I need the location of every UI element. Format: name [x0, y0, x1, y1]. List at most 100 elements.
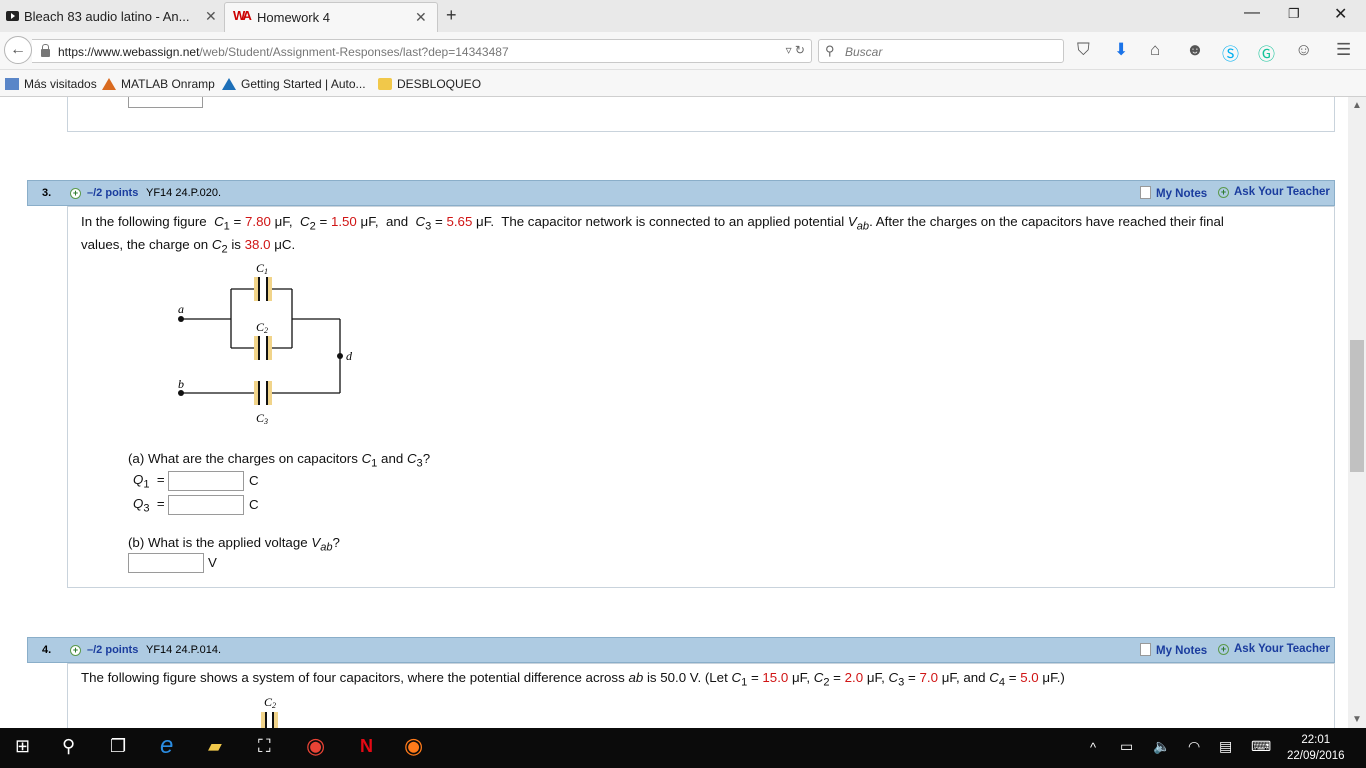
q3-input[interactable] — [168, 495, 244, 515]
url-text[interactable]: https://www.webassign.net/web/Student/As… — [58, 45, 509, 59]
label-c2: C2 — [264, 695, 276, 710]
question-number: 3. — [42, 187, 52, 199]
tab-strip: Bleach 83 audio latino - An... ✕ WA Home… — [0, 0, 1366, 32]
netflix-icon[interactable]: N — [360, 736, 373, 757]
close-tab-icon[interactable]: ✕ — [415, 9, 427, 26]
q1-input[interactable] — [168, 471, 244, 491]
taskbar: ⊞ ⚲ ❐ e ▰ ⛶ ◉ N ◉ ^ ▭ 🔈 ◠ ▤ ⌨ 22:01 22/09… — [0, 728, 1366, 768]
answer-input[interactable] — [128, 97, 203, 108]
skype-icon[interactable]: Ⓢ — [1222, 40, 1239, 65]
ask-teacher-link[interactable]: + Ask Your Teacher — [1218, 186, 1330, 198]
webassign-icon: WA — [233, 8, 252, 23]
bookmark-getting-started[interactable]: Getting Started | Auto... — [222, 77, 366, 91]
circuit-diagram: C1 C2 C3 a b d — [178, 262, 353, 426]
autodesk-icon — [222, 78, 236, 90]
unit-c: C — [249, 497, 259, 512]
chat-icon[interactable]: ☻ — [1186, 40, 1204, 60]
previous-question-box: μC — [67, 97, 1335, 132]
question-number: 4. — [42, 644, 52, 656]
notes-icon — [1140, 186, 1151, 199]
scroll-down-icon[interactable]: ▼ — [1352, 714, 1362, 725]
wifi-icon[interactable]: ◠ — [1188, 738, 1200, 755]
q3-label: Q3 = — [133, 496, 165, 515]
question-code: YF14 24.P.020. — [146, 187, 222, 199]
part-a-prompt: (a) What are the charges on capacitors C… — [128, 451, 431, 470]
question-3-header: 3. + –/2 points YF14 24.P.020. My Notes +… — [27, 180, 1335, 206]
close-window-icon[interactable]: ✕ — [1334, 4, 1347, 24]
home-icon[interactable]: ⌂ — [1150, 40, 1160, 60]
search-icon[interactable]: ⚲ — [62, 736, 75, 757]
label-b: b — [178, 377, 184, 391]
unit-v: V — [208, 555, 217, 570]
lock-icon — [41, 44, 50, 57]
unit-c: C — [249, 473, 259, 488]
bookmark-desbloqueo[interactable]: DESBLOQUEO — [378, 77, 481, 91]
question-3-box: In the following figure C1 = 7.80 μF, C2… — [67, 206, 1335, 588]
bookmark-icon — [5, 78, 19, 90]
bookmark-most-visited[interactable]: Más visitados — [5, 77, 97, 91]
extension-icon[interactable]: ☺ — [1295, 40, 1312, 60]
label-c1: C1 — [256, 262, 268, 276]
download-icon[interactable]: ⬇ — [1114, 40, 1128, 60]
grammarly-icon[interactable]: Ⓖ — [1258, 40, 1275, 65]
search-icon: ⚲ — [825, 43, 835, 58]
bookmark-matlab[interactable]: MATLAB Onramp — [102, 77, 215, 91]
close-tab-icon[interactable]: ✕ — [205, 8, 217, 25]
clock[interactable]: 22:01 22/09/2016 — [1287, 732, 1345, 764]
keyboard-icon[interactable]: ⌨ — [1251, 738, 1271, 755]
label-c2: C2 — [256, 320, 268, 335]
scrollbar[interactable]: ▲ ▼ — [1348, 97, 1366, 728]
search-input[interactable]: ⚲ Buscar — [818, 39, 1064, 63]
edge-icon[interactable]: e — [160, 732, 173, 760]
points: + –/2 points — [70, 644, 138, 656]
folder-icon — [378, 78, 392, 90]
file-explorer-icon[interactable]: ▰ — [208, 736, 222, 757]
store-icon[interactable]: ⛶ — [258, 736, 271, 757]
tab-title: Homework 4 — [257, 10, 330, 25]
tab-title: Bleach 83 audio latino - An... — [24, 9, 190, 24]
vab-input[interactable] — [128, 553, 204, 573]
label-d: d — [346, 349, 353, 363]
windows-start-icon[interactable]: ⊞ — [15, 736, 30, 757]
bookmarks-bar: Más visitados MATLAB Onramp Getting Star… — [0, 70, 1366, 97]
minimize-icon[interactable]: — — [1244, 4, 1260, 22]
question-3-text: In the following figure C1 = 7.80 μF, C2… — [81, 214, 1224, 256]
my-notes-link[interactable]: My Notes — [1140, 186, 1207, 200]
plus-icon: + — [1218, 644, 1229, 655]
new-tab-icon[interactable]: + — [446, 5, 457, 26]
tab-homework[interactable]: WA Homework 4 ✕ — [224, 2, 438, 32]
chrome-icon[interactable]: ◉ — [306, 733, 325, 759]
reload-icon[interactable]: ▿ ↻ — [786, 43, 805, 57]
terminal-d — [337, 353, 343, 359]
youtube-icon — [6, 11, 19, 21]
my-notes-link[interactable]: My Notes — [1140, 643, 1207, 657]
restore-icon[interactable]: ❐ — [1288, 6, 1300, 22]
scroll-up-icon[interactable]: ▲ — [1352, 100, 1362, 111]
plus-icon: + — [1218, 187, 1229, 198]
terminal-a — [178, 316, 184, 322]
tab-bleach[interactable]: Bleach 83 audio latino - An... ✕ — [0, 2, 224, 32]
address-bar[interactable]: https://www.webassign.net/web/Student/As… — [32, 39, 812, 63]
back-button[interactable]: ← — [4, 36, 32, 64]
notifications-icon[interactable]: ▤ — [1219, 738, 1232, 755]
task-view-icon[interactable]: ❐ — [110, 736, 126, 757]
scroll-thumb[interactable] — [1350, 340, 1364, 472]
battery-icon[interactable]: ▭ — [1120, 738, 1133, 755]
page-content: μC 3. +–/2 points YF14 24.P.020. My Note… — [0, 97, 1348, 728]
matlab-icon — [102, 78, 116, 90]
points: + –/2 points — [70, 187, 138, 199]
menu-icon[interactable]: ☰ — [1336, 40, 1351, 60]
circuit-diagram-q4: C2 — [261, 695, 278, 728]
question-4-header: 4. + –/2 points YF14 24.P.014. My Notes +… — [27, 637, 1335, 663]
expand-icon[interactable]: + — [70, 645, 81, 656]
show-hidden-icons-icon[interactable]: ^ — [1090, 740, 1096, 755]
q1-label: Q1 = — [133, 472, 165, 491]
firefox-icon[interactable]: ◉ — [404, 733, 423, 759]
label-a: a — [178, 302, 184, 316]
pocket-icon[interactable]: ⛉ — [1077, 40, 1090, 60]
question-code: YF14 24.P.014. — [146, 644, 222, 656]
navigation-bar: https://www.webassign.net/web/Student/As… — [0, 32, 1366, 70]
expand-icon[interactable]: + — [70, 188, 81, 199]
volume-icon[interactable]: 🔈 — [1153, 738, 1170, 755]
ask-teacher-link[interactable]: + Ask Your Teacher — [1218, 643, 1330, 655]
